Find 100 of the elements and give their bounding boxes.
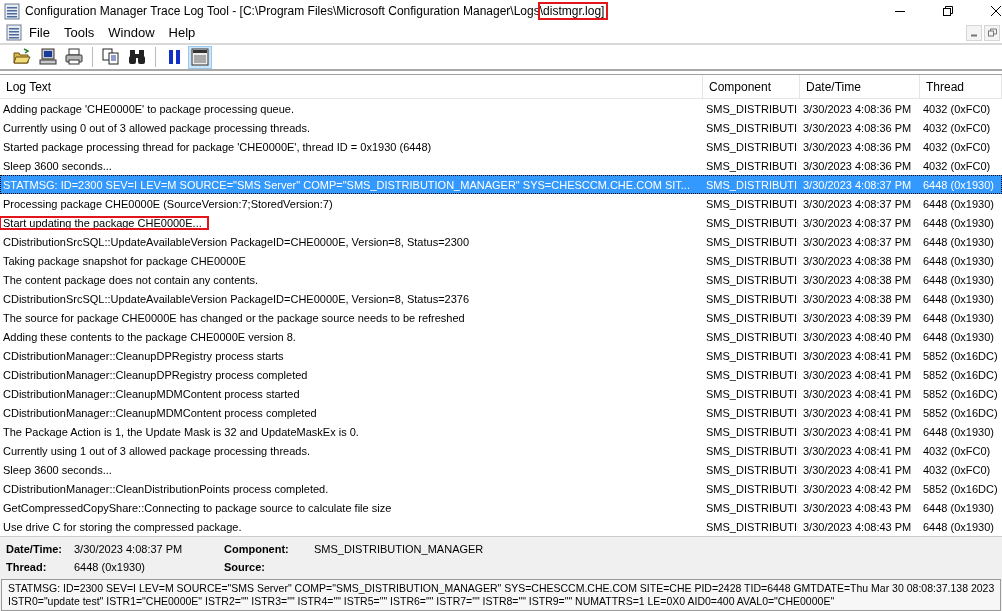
restore-icon: [987, 28, 997, 37]
log-row[interactable]: CDistributionManager::CleanupMDMContent process started SMS_DISTRIBUTI 3/30/2023 4:08:41 PM 5852 (0x16DC): [0, 384, 1002, 403]
table-cell-text: 3/30/2023 4:08:37 PM: [802, 216, 913, 229]
table-cell-text: SMS_DISTRIBUTI: [705, 482, 799, 495]
table-cell-text: 6448 (0x1930): [922, 216, 995, 229]
app-icon: [6, 24, 22, 41]
log-text: Sleep 3600 seconds...: [2, 159, 113, 172]
table-cell-text: 3/30/2023 4:08:38 PM: [802, 273, 913, 286]
log-row[interactable]: Sleep 3600 seconds... SMS_DISTRIBUTI 3/30/2023 4:08:41 PM 4032 (0xFC0): [0, 460, 1002, 479]
log-text: CDistributionManager::CleanupDPRegistry process starts: [2, 349, 285, 362]
table-cell-text: 4032 (0xFC0): [922, 121, 992, 134]
table-cell-text: 6448 (0x1930): [922, 292, 995, 305]
message-text: ISTR0="update test" ISTR1="CHE0000E" ISTR2="" ISTR3="" ISTR4="" ISTR5="" ISTR6="" ISTR7="" ISTR8="" ISTR9="" NUMATTRS=1 LE=0X0 AID0=400 AVAL0="CHE0000E": [8, 595, 836, 608]
menu-item[interactable]: Window: [101, 25, 162, 40]
log-row[interactable]: Adding these contents to the package CHE0000E version 8. SMS_DISTRIBUTI 3/30/2023 4:08:40 PM 6448 (0x1930): [0, 327, 1002, 346]
menu-item[interactable]: Help: [161, 25, 203, 40]
log-row[interactable]: CDistributionSrcSQL::UpdateAvailableVersion PackageID=CHE0000E, Version=8, Status=2300 SMS_DISTRIBUTI 3/30/2023 4:08:37 PM 6448 (0x1930): [0, 232, 1002, 251]
menu-item[interactable]: File: [22, 25, 57, 40]
table-cell-text: 3/30/2023 4:08:41 PM: [802, 349, 913, 362]
table-cell-text: 5852 (0x16DC): [922, 368, 999, 381]
table-cell-text: SMS_DISTRIBUTI: [705, 159, 799, 172]
minimize-button[interactable]: [966, 24, 982, 41]
field-value: 6448 (0x1930): [74, 561, 146, 573]
log-row[interactable]: Sleep 3600 seconds... SMS_DISTRIBUTI 3/30/2023 4:08:36 PM 4032 (0xFC0): [0, 156, 1002, 175]
log-row[interactable]: Use drive C for storing the compressed package. SMS_DISTRIBUTI 3/30/2023 4:08:43 PM 6448 (0x1930): [0, 517, 1002, 536]
table-cell-text: 4032 (0xFC0): [922, 102, 992, 115]
log-text: CDistributionSrcSQL::UpdateAvailableVersion PackageID=CHE0000E, Version=8, Status=2300: [2, 235, 471, 248]
toolbar-button[interactable]: [188, 45, 212, 69]
field-value: 3/30/2023 4:08:37 PM: [74, 543, 184, 555]
log-row[interactable]: GetCompressedCopyShare::Connecting to package source to calculate file size SMS_DISTRIBUTI 3/30/2023 4:08:43 PM 6448 (0x1930): [0, 498, 1002, 517]
log-row[interactable]: CDistributionManager::CleanupMDMContent process completed SMS_DISTRIBUTI 3/30/2023 4:08:41 PM 5852 (0x16DC): [0, 403, 1002, 422]
log-text: CDistributionManager::CleanupMDMContent process started: [2, 387, 301, 400]
log-text: Processing package CHE0000E (SourceVersion:7;StoredVersion:7): [2, 197, 334, 210]
log-row[interactable]: CDistributionManager::CleanupDPRegistry process completed SMS_DISTRIBUTI 3/30/2023 4:08:41 PM 5852 (0x16DC): [0, 365, 1002, 384]
table-cell-text: 3/30/2023 4:08:41 PM: [802, 425, 913, 438]
log-text: CDistributionManager::CleanupMDMContent process completed: [2, 406, 318, 419]
table-cell-text: 3/30/2023 4:08:41 PM: [802, 368, 913, 381]
column-header[interactable]: Date/Time: [800, 75, 920, 98]
log-text: The source for package CHE0000E has changed or the package source needs to be refreshed: [2, 311, 466, 324]
log-row[interactable]: The Package Action is 1, the Update Mask is 32 and UpdateMaskEx is 0. SMS_DISTRIBUTI 3/30/2023 4:08:41 PM 6448 (0x1930): [0, 422, 1002, 441]
table-cell-text: 6448 (0x1930): [922, 425, 995, 438]
table-cell-text: 3/30/2023 4:08:41 PM: [802, 406, 913, 419]
menu-item[interactable]: Tools: [56, 25, 102, 40]
log-row[interactable]: Processing package CHE0000E (SourceVersion:7;StoredVersion:7) SMS_DISTRIBUTI 3/30/2023 4:08:37 PM 6448 (0x1930): [0, 194, 1002, 213]
column-header[interactable]: Component: [703, 75, 800, 98]
log-row[interactable]: The source for package CHE0000E has changed or the package source needs to be refreshed SMS_DISTRIBUTI 3/30/2023 4:08:39 PM 6448 (0x1930): [0, 308, 1002, 327]
table-cell-text: SMS_DISTRIBUTI: [705, 349, 799, 362]
column-header[interactable]: Thread: [920, 75, 1002, 98]
column-header[interactable]: Log Text: [0, 75, 703, 98]
table-cell-text: SMS_DISTRIBUTI: [705, 463, 799, 476]
table-cell-text: 6448 (0x1930): [922, 520, 995, 533]
table-cell-text: SMS_DISTRIBUTI: [705, 178, 799, 191]
table-cell-text: 3/30/2023 4:08:37 PM: [802, 197, 913, 210]
log-text: Adding these contents to the package CHE0000E version 8.: [2, 330, 297, 343]
table-cell-text: 3/30/2023 4:08:41 PM: [802, 387, 913, 400]
printer-icon: [65, 48, 83, 66]
log-row[interactable]: Adding package 'CHE0000E' to package processing queue. SMS_DISTRIBUTI 3/30/2023 4:08:36 PM 4032 (0xFC0): [0, 99, 1002, 118]
table-cell-text: 3/30/2023 4:08:38 PM: [802, 292, 913, 305]
table-cell-text: SMS_DISTRIBUTI: [705, 102, 799, 115]
table-cell-text: 3/30/2023 4:08:40 PM: [802, 330, 913, 343]
log-row[interactable]: CDistributionSrcSQL::UpdateAvailableVersion PackageID=CHE0000E, Version=8, Status=2376 SMS_DISTRIBUTI 3/30/2023 4:08:38 PM 6448 (0x1930): [0, 289, 1002, 308]
log-text: Taking package snapshot for package CHE0000E: [2, 254, 247, 267]
table-cell-text: 5852 (0x16DC): [922, 349, 999, 362]
log-row[interactable]: CDistributionManager::CleanDistributionPoints process completed. SMS_DISTRIBUTI 3/30/2023 4:08:42 PM 5852 (0x16DC): [0, 479, 1002, 498]
table-cell-text: SMS_DISTRIBUTI: [705, 501, 799, 514]
copy-icon: [102, 48, 120, 66]
table-cell-text: SMS_DISTRIBUTI: [705, 406, 799, 419]
log-row[interactable]: Started package processing thread for package 'CHE0000E', thread ID = 0x1930 (6448) SMS_DISTRIBUTI 3/30/2023 4:08:36 PM 4032 (0xFC0): [0, 137, 1002, 156]
table-cell-text: SMS_DISTRIBUTI: [705, 216, 799, 229]
log-text: CDistributionManager::CleanDistributionPoints process completed.: [2, 482, 330, 495]
table-cell-text: 5852 (0x16DC): [922, 387, 999, 400]
table-cell-text: SMS_DISTRIBUTI: [705, 292, 799, 305]
table-cell-text: 5852 (0x16DC): [922, 482, 999, 495]
table-cell-text: SMS_DISTRIBUTI: [705, 520, 799, 533]
log-text: CDistributionManager::CleanupDPRegistry process completed: [2, 368, 309, 381]
table-cell-text: SMS_DISTRIBUTI: [705, 387, 799, 400]
table-cell-text: SMS_DISTRIBUTI: [705, 254, 799, 267]
table-cell-text: 3/30/2023 4:08:43 PM: [802, 501, 913, 514]
restore-button[interactable]: [984, 24, 1000, 41]
field-label: Component:: [224, 543, 290, 555]
close-icon[interactable]: [990, 5, 1002, 17]
log-row[interactable]: Start updating the package CHE0000E... SMS_DISTRIBUTI 3/30/2023 4:08:37 PM 6448 (0x1930): [0, 213, 1002, 232]
binoculars-icon: [128, 48, 146, 66]
log-text: CDistributionSrcSQL::UpdateAvailableVersion PackageID=CHE0000E, Version=8, Status=2376: [2, 292, 471, 305]
field-label: Source:: [224, 561, 266, 573]
table-cell-text: 3/30/2023 4:08:39 PM: [802, 311, 913, 324]
log-row[interactable]: The content package does not contain any contents. SMS_DISTRIBUTI 3/30/2023 4:08:38 PM 6448 (0x1930): [0, 270, 1002, 289]
restore-icon[interactable]: [942, 5, 954, 17]
log-row[interactable]: Currently using 0 out of 3 allowed package processing threads. SMS_DISTRIBUTI 3/30/2023 4:08:36 PM 4032 (0xFC0): [0, 118, 1002, 137]
log-row[interactable]: CDistributionManager::CleanupDPRegistry process starts SMS_DISTRIBUTI 3/30/2023 4:08:41 PM 5852 (0x16DC): [0, 346, 1002, 365]
app-icon: [4, 2, 20, 20]
table-cell-text: 3/30/2023 4:08:42 PM: [802, 482, 913, 495]
table-cell-text: 6448 (0x1930): [922, 197, 995, 210]
log-row[interactable]: Currently using 1 out of 3 allowed package processing threads. SMS_DISTRIBUTI 3/30/2023 4:08:41 PM 4032 (0xFC0): [0, 441, 1002, 460]
table-cell-text: 3/30/2023 4:08:36 PM: [802, 140, 913, 153]
table-cell-text: 3/30/2023 4:08:41 PM: [802, 444, 913, 457]
table-cell-text: 4032 (0xFC0): [922, 140, 992, 153]
log-row[interactable]: Taking package snapshot for package CHE0000E SMS_DISTRIBUTI 3/30/2023 4:08:38 PM 6448 (0x1930): [0, 251, 1002, 270]
log-text: The Package Action is 1, the Update Mask is 32 and UpdateMaskEx is 0.: [2, 425, 360, 438]
log-text: Adding package 'CHE0000E' to package processing queue.: [2, 102, 295, 115]
